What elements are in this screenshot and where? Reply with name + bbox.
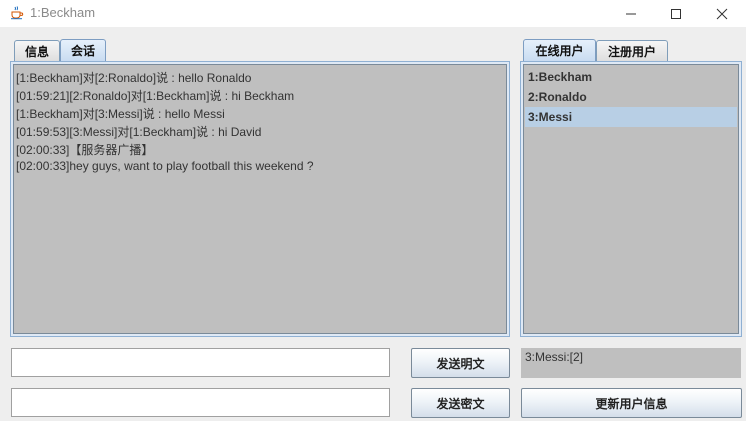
- user-list-item[interactable]: 1:Beckham: [525, 67, 737, 87]
- chat-line: [02:00:33]hey guys, want to play footbal…: [16, 159, 314, 173]
- chat-line: [02:00:33]【服务器广播】: [16, 143, 154, 157]
- send-plaintext-button[interactable]: 发送明文: [411, 348, 510, 378]
- chat-area[interactable]: [1:Beckham]对[2:Ronaldo]说 : hello Ronaldo…: [13, 64, 507, 334]
- title-bar: 1:Beckham: [0, 0, 746, 27]
- send-encrypted-label: 发送密文: [436, 396, 485, 411]
- tab-registered-users-label: 注册用户: [607, 44, 656, 59]
- status-text: 3:Messi:[2]: [525, 350, 584, 364]
- send-encrypted-button[interactable]: 发送密文: [411, 388, 510, 418]
- minimize-button[interactable]: [608, 0, 654, 27]
- chat-line: [1:Beckham]对[3:Messi]说 : hello Messi: [16, 107, 225, 121]
- user-list-item-selected[interactable]: 3:Messi: [525, 107, 737, 127]
- user-list-item[interactable]: 2:Ronaldo: [525, 87, 737, 107]
- encrypted-message-input[interactable]: [11, 388, 390, 417]
- window-title: 1:Beckham: [30, 5, 96, 20]
- send-plaintext-label: 发送明文: [436, 356, 485, 371]
- user-list-panel: 1:Beckham 2:Ronaldo 3:Messi: [520, 61, 742, 337]
- maximize-button[interactable]: [653, 0, 699, 27]
- tab-online-users-label: 在线用户: [535, 44, 584, 58]
- minimize-icon: [626, 13, 636, 14]
- tab-conversation-label: 会话: [70, 44, 95, 58]
- tab-conversation[interactable]: 会话: [60, 39, 106, 61]
- user-list[interactable]: 1:Beckham 2:Ronaldo 3:Messi: [523, 64, 739, 334]
- tab-online-users[interactable]: 在线用户: [523, 39, 596, 61]
- chat-panel: [1:Beckham]对[2:Ronaldo]说 : hello Ronaldo…: [10, 61, 510, 337]
- plain-message-input[interactable]: [11, 348, 390, 377]
- update-user-info-label: 更新用户信息: [595, 396, 668, 411]
- java-cup-icon: [9, 5, 24, 20]
- close-button[interactable]: [699, 0, 745, 27]
- chat-line: [01:59:53][3:Messi]对[1:Beckham]说 : hi Da…: [16, 125, 262, 139]
- update-user-info-button[interactable]: 更新用户信息: [521, 388, 742, 418]
- tab-registered-users[interactable]: 注册用户: [596, 40, 668, 61]
- tab-info[interactable]: 信息: [14, 40, 60, 61]
- close-icon: [716, 8, 728, 19]
- maximize-icon: [671, 8, 681, 19]
- chat-line: [01:59:21][2:Ronaldo]对[1:Beckham]说 : hi …: [16, 89, 295, 103]
- chat-line: [1:Beckham]对[2:Ronaldo]说 : hello Ronaldo: [16, 71, 252, 85]
- selected-user-status: 3:Messi:[2]: [521, 348, 741, 378]
- tab-info-label: 信息: [24, 44, 49, 59]
